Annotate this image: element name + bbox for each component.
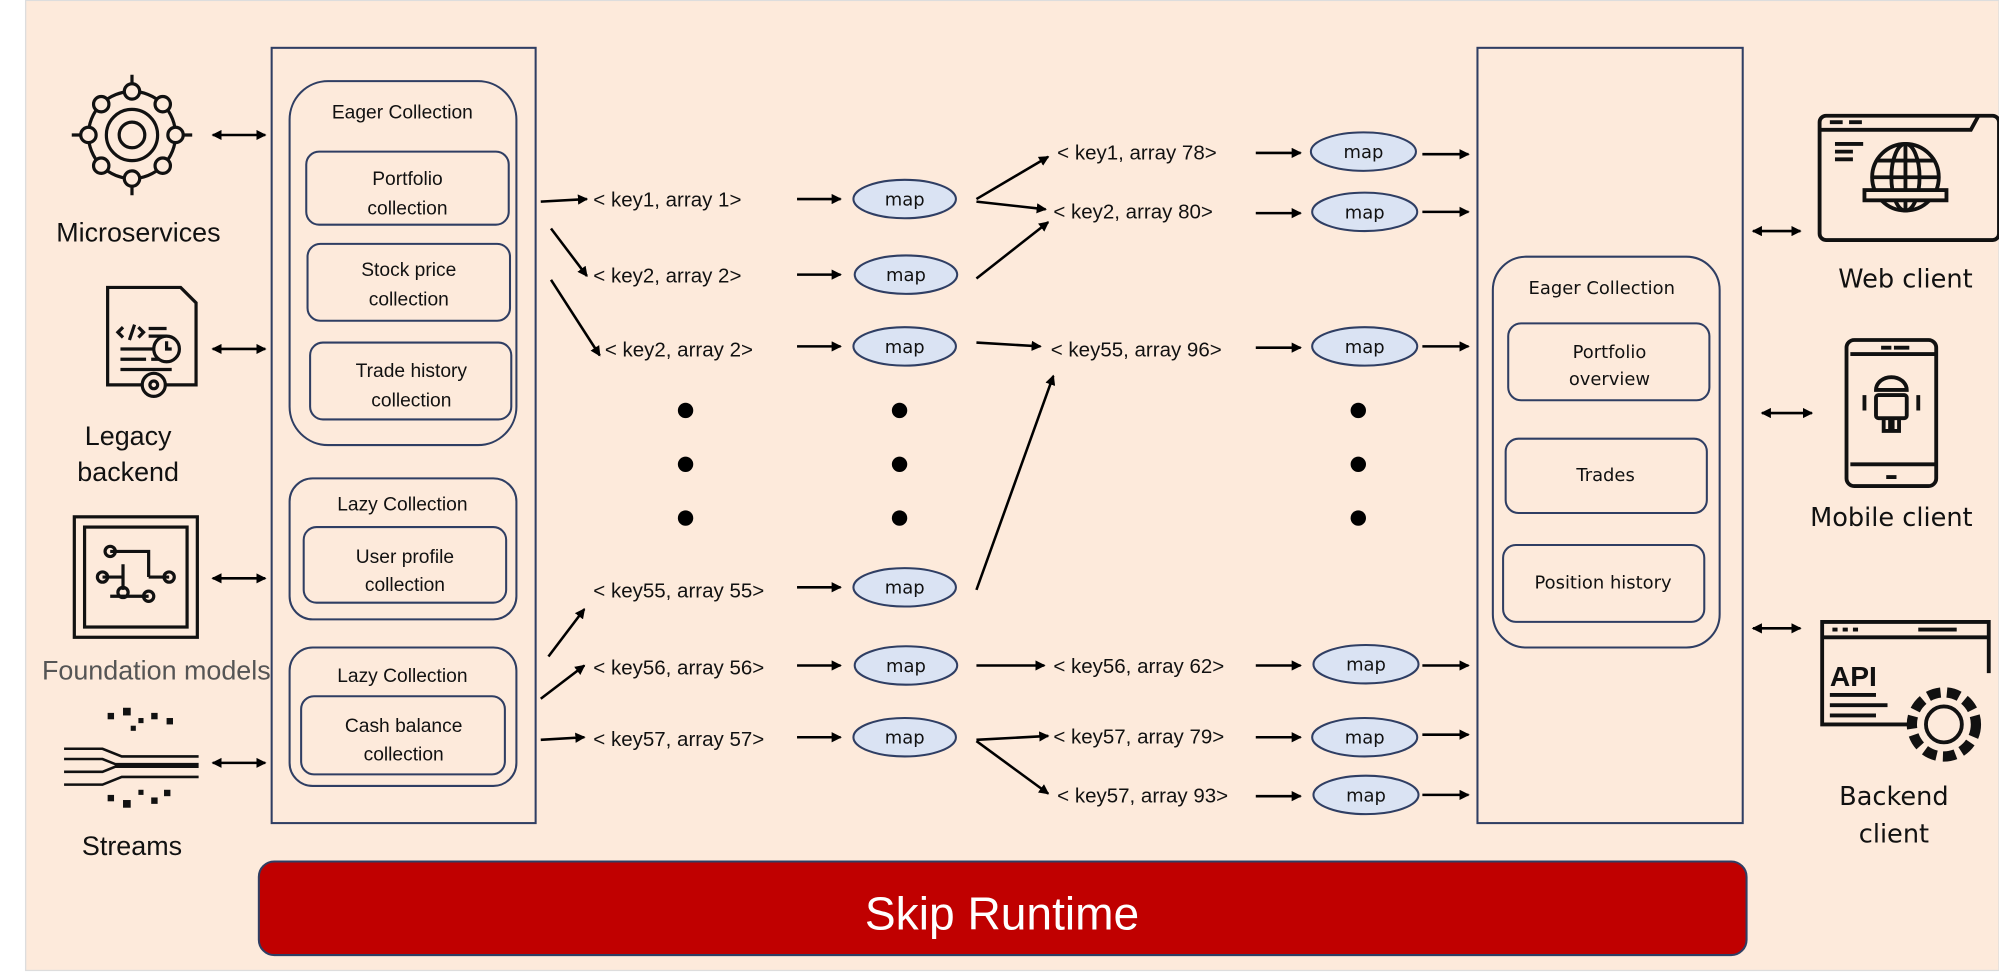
- map-node[interactable]: map: [1309, 131, 1417, 172]
- api-glyph: API: [1830, 660, 1877, 692]
- source-label-legacy-line1: Legacy: [85, 421, 172, 451]
- item-label: Portfolio: [1573, 342, 1647, 363]
- map-node[interactable]: map: [1312, 643, 1420, 685]
- output-key: < key2, array 80>: [1053, 200, 1213, 223]
- client-label-web: Web client: [1838, 264, 1972, 294]
- client-label-backend-line2: client: [1859, 819, 1929, 849]
- source-label-microservices: Microservices: [56, 217, 220, 247]
- map-label: map: [885, 578, 925, 599]
- map-label: map: [1345, 337, 1385, 358]
- skip-runtime-bar: Skip Runtime: [257, 860, 1748, 957]
- map-label: map: [1346, 655, 1386, 676]
- source-label-streams: Streams: [82, 831, 182, 861]
- map-label: map: [886, 656, 926, 677]
- item-label: User profile: [356, 547, 454, 568]
- map-label: map: [886, 265, 926, 286]
- item-label: overview: [1569, 369, 1650, 390]
- item-label: Stock price: [361, 260, 456, 281]
- client-label-mobile: Mobile client: [1810, 503, 1972, 533]
- collection-title: Lazy Collection: [337, 494, 467, 515]
- item-label: Trades: [1575, 465, 1634, 486]
- collection-title: Lazy Collection: [337, 666, 467, 687]
- output-key: < key56, array 62>: [1053, 655, 1224, 678]
- input-key: < key2, array 2>: [605, 339, 753, 362]
- collection-title: Eager Collection: [1529, 278, 1675, 299]
- client-label-backend-line1: Backend: [1839, 782, 1949, 812]
- input-key: < key56, array 56>: [593, 656, 764, 679]
- item-label: Position history: [1534, 573, 1672, 594]
- item-label: Trade history: [356, 361, 468, 382]
- map-label: map: [885, 189, 925, 210]
- output-key: < key57, array 93>: [1057, 785, 1228, 808]
- item-label: Portfolio: [372, 169, 443, 190]
- item-label: collection: [369, 289, 449, 310]
- map-label: map: [1345, 728, 1385, 749]
- item-label: Cash balance: [345, 716, 463, 737]
- output-key: < key55, array 96>: [1051, 339, 1222, 362]
- map-node[interactable]: map: [1311, 716, 1419, 758]
- input-key: < key2, array 2>: [593, 264, 741, 287]
- collection-title: Eager Collection: [332, 102, 473, 123]
- map-node[interactable]: map: [853, 254, 959, 295]
- map-label: map: [885, 728, 925, 749]
- map-node[interactable]: map: [852, 716, 957, 758]
- map-label: map: [1346, 785, 1386, 806]
- source-label-foundation-models: Foundation models: [42, 656, 271, 686]
- item-label: collection: [365, 575, 445, 596]
- input-key: < key1, array 1>: [593, 189, 741, 212]
- map-node[interactable]: map: [1311, 326, 1419, 367]
- map-node[interactable]: map: [852, 567, 957, 608]
- source-label-legacy-line2: backend: [77, 457, 179, 487]
- map-label: map: [1345, 202, 1385, 223]
- diagram-background: [24, 0, 1999, 972]
- map-label: map: [885, 337, 925, 358]
- item-label: collection: [367, 198, 447, 219]
- map-node[interactable]: map: [1311, 191, 1419, 233]
- item-label: collection: [364, 744, 444, 765]
- map-node[interactable]: map: [853, 645, 959, 686]
- input-key: < key55, array 55>: [593, 580, 764, 603]
- runtime-title: Skip Runtime: [865, 887, 1139, 939]
- input-key: < key57, array 57>: [593, 728, 764, 751]
- item-label: collection: [371, 391, 451, 412]
- skip-runtime-diagram: Microservices Legacy backend Foundation …: [24, 0, 1999, 972]
- map-node[interactable]: map: [1312, 774, 1420, 816]
- map-label: map: [1344, 142, 1384, 163]
- map-node[interactable]: map: [852, 326, 957, 367]
- output-key: < key1, array 78>: [1057, 141, 1217, 164]
- output-key: < key57, array 79>: [1053, 726, 1224, 749]
- map-node[interactable]: map: [852, 178, 957, 220]
